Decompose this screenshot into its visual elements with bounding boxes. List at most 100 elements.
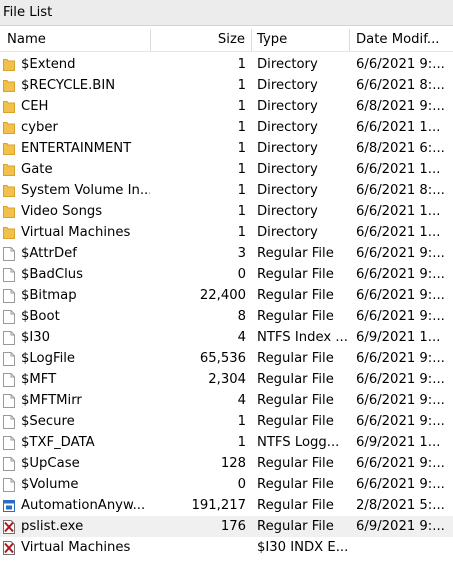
row-type: Regular File: [257, 456, 334, 471]
row-name: Virtual Machines: [21, 225, 131, 240]
table-row[interactable]: $MFT 2,304 Regular File 6/6/2021 9:...: [0, 369, 453, 390]
row-name: Video Songs: [21, 204, 103, 219]
file-list: $Extend 1 Directory 6/6/2021 9:... $RECYCLE.…: [0, 54, 453, 558]
row-type: Directory: [257, 162, 318, 177]
row-name: $BadClus: [21, 267, 83, 282]
row-size: 0: [237, 477, 246, 492]
row-date-modified: 6/6/2021 8:...: [356, 78, 445, 93]
row-size: 1: [237, 183, 246, 198]
column-header-row: Name Size Type Date Modif...: [0, 29, 453, 52]
folder-icon: [3, 121, 15, 135]
column-header-size[interactable]: Size: [150, 29, 252, 51]
file-icon: [3, 415, 15, 429]
table-row[interactable]: Virtual Machines 1 Directory 6/6/2021 1...: [0, 222, 453, 243]
row-date-modified: 2/8/2021 5:...: [356, 498, 445, 513]
row-date-modified: 6/6/2021 9:...: [356, 372, 445, 387]
table-row[interactable]: AutomationAnyw... 191,217 Regular File 2/8/…: [0, 495, 453, 516]
row-date-modified: 6/6/2021 9:...: [356, 414, 445, 429]
file-icon: [3, 352, 15, 366]
folder-icon: [3, 226, 15, 240]
folder-icon: [3, 142, 15, 156]
row-date-modified: 6/6/2021 9:...: [356, 351, 445, 366]
row-size: 1: [237, 141, 246, 156]
table-row[interactable]: $BadClus 0 Regular File 6/6/2021 9:...: [0, 264, 453, 285]
file-icon: [3, 331, 15, 345]
deleted-file-icon: [3, 520, 15, 534]
row-date-modified: 6/6/2021 1...: [356, 162, 441, 177]
table-row[interactable]: $Extend 1 Directory 6/6/2021 9:...: [0, 54, 453, 75]
row-name: $RECYCLE.BIN: [21, 78, 116, 93]
folder-icon: [3, 163, 15, 177]
row-size: 1: [237, 120, 246, 135]
row-size: 0: [237, 267, 246, 282]
folder-icon: [3, 184, 15, 198]
row-date-modified: 6/6/2021 1...: [356, 120, 441, 135]
row-date-modified: [356, 537, 453, 558]
column-header-type[interactable]: Type: [252, 29, 350, 51]
row-type: Regular File: [257, 351, 334, 366]
column-header-date-modified[interactable]: Date Modif...: [350, 29, 453, 51]
row-size: 3: [237, 246, 246, 261]
row-name: cyber: [21, 120, 58, 135]
file-icon: [3, 268, 15, 282]
row-name: pslist.exe: [21, 519, 84, 534]
row-type: Regular File: [257, 414, 334, 429]
folder-icon: [3, 100, 15, 114]
file-icon: [3, 247, 15, 261]
row-size: 1: [237, 204, 246, 219]
table-row[interactable]: $Boot 8 Regular File 6/6/2021 9:...: [0, 306, 453, 327]
table-row[interactable]: $RECYCLE.BIN 1 Directory 6/6/2021 8:...: [0, 75, 453, 96]
row-date-modified: 6/6/2021 9:...: [356, 456, 445, 471]
file-icon: [3, 394, 15, 408]
file-icon: [3, 289, 15, 303]
row-date-modified: 6/9/2021 1...: [356, 330, 441, 345]
panel-title: File List: [0, 0, 453, 26]
row-size: 1: [237, 78, 246, 93]
row-name: $TXF_DATA: [21, 435, 95, 450]
row-name: ENTERTAINMENT: [21, 141, 132, 156]
table-row[interactable]: $LogFile 65,536 Regular File 6/6/2021 9:...: [0, 348, 453, 369]
row-name: $MFTMirr: [21, 393, 82, 408]
column-header-name[interactable]: Name: [0, 29, 150, 51]
table-row[interactable]: $Bitmap 22,400 Regular File 6/6/2021 9:...: [0, 285, 453, 306]
table-row[interactable]: System Volume In... 1 Directory 6/6/2021 8:…: [0, 180, 453, 201]
row-size: 128: [220, 456, 246, 471]
table-row[interactable]: $AttrDef 3 Regular File 6/6/2021 9:...: [0, 243, 453, 264]
table-row[interactable]: $TXF_DATA 1 NTFS Logg... 6/9/2021 1...: [0, 432, 453, 453]
table-row[interactable]: $I30 4 NTFS Index ... 6/9/2021 1...: [0, 327, 453, 348]
file-icon: [3, 478, 15, 492]
row-type: Directory: [257, 225, 318, 240]
row-size: 2,304: [208, 372, 246, 387]
table-row[interactable]: $Volume 0 Regular File 6/6/2021 9:...: [0, 474, 453, 495]
table-row[interactable]: pslist.exe 176 Regular File 6/9/2021 9:...: [0, 516, 453, 537]
row-type: Directory: [257, 141, 318, 156]
row-name: $AttrDef: [21, 246, 77, 261]
folder-icon: [3, 79, 15, 93]
table-row[interactable]: CEH 1 Directory 6/8/2021 9:...: [0, 96, 453, 117]
table-row[interactable]: ENTERTAINMENT 1 Directory 6/8/2021 6:...: [0, 138, 453, 159]
row-name: Virtual Machines: [21, 540, 131, 555]
row-size: 8: [237, 309, 246, 324]
row-date-modified: 6/6/2021 9:...: [356, 267, 445, 282]
row-type: Regular File: [257, 372, 334, 387]
row-date-modified: 6/6/2021 9:...: [356, 288, 445, 303]
row-date-modified: 6/9/2021 1...: [356, 435, 441, 450]
row-date-modified: 6/6/2021 9:...: [356, 246, 445, 261]
table-row[interactable]: Video Songs 1 Directory 6/6/2021 1...: [0, 201, 453, 222]
table-row[interactable]: $Secure 1 Regular File 6/6/2021 9:...: [0, 411, 453, 432]
table-row[interactable]: $UpCase 128 Regular File 6/6/2021 9:...: [0, 453, 453, 474]
table-row[interactable]: Gate 1 Directory 6/6/2021 1...: [0, 159, 453, 180]
table-row[interactable]: Virtual Machines $I30 INDX E...: [0, 537, 453, 558]
table-row[interactable]: cyber 1 Directory 6/6/2021 1...: [0, 117, 453, 138]
row-date-modified: 6/6/2021 1...: [356, 204, 441, 219]
table-row[interactable]: $MFTMirr 4 Regular File 6/6/2021 9:...: [0, 390, 453, 411]
row-size: 1: [237, 225, 246, 240]
row-size: 1: [237, 57, 246, 72]
row-date-modified: 6/6/2021 9:...: [356, 309, 445, 324]
row-date-modified: 6/6/2021 1...: [356, 225, 441, 240]
row-name: $Secure: [21, 414, 75, 429]
row-type: NTFS Logg...: [257, 435, 340, 450]
row-name: $Boot: [21, 309, 60, 324]
row-name: $LogFile: [21, 351, 76, 366]
row-name: AutomationAnyw...: [21, 498, 146, 513]
